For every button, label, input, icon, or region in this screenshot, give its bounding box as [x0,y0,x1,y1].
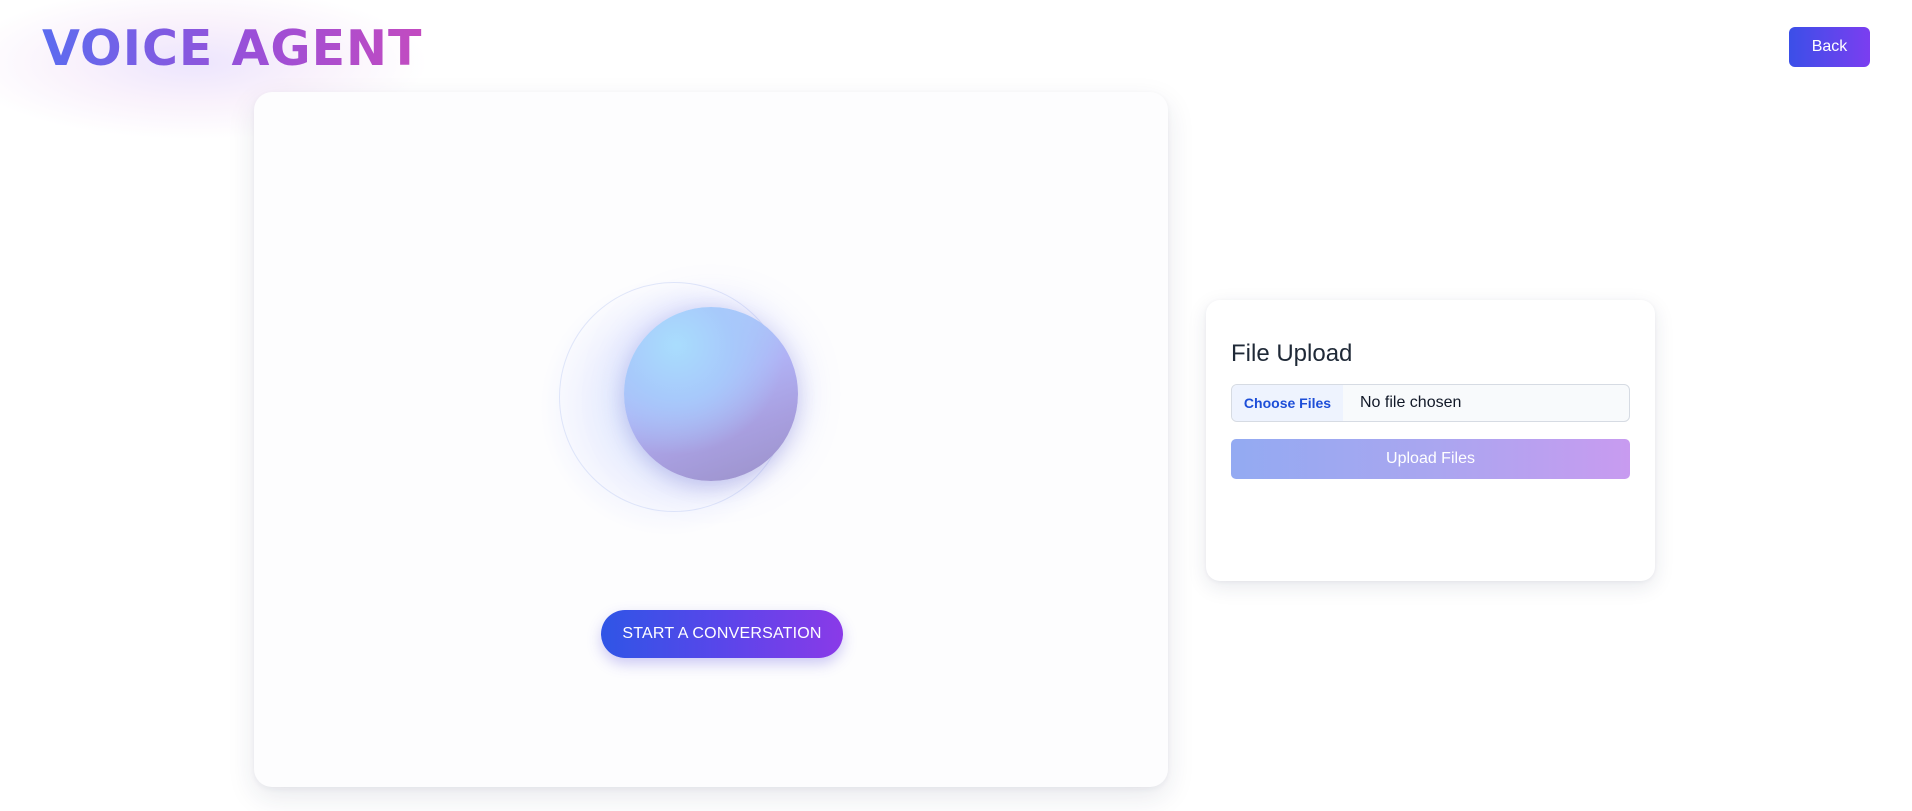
file-input[interactable]: Choose Files No file chosen [1231,384,1630,422]
voice-panel: START A CONVERSATION [254,92,1168,787]
voice-agent-page: VOICE AGENT Back START A CONVERSATION Fi… [0,0,1912,811]
back-button[interactable]: Back [1789,27,1870,67]
app-title: VOICE AGENT [42,20,423,77]
start-conversation-button[interactable]: START A CONVERSATION [601,610,843,658]
voice-orb [624,307,798,481]
choose-files-button[interactable]: Choose Files [1232,385,1343,421]
file-status-text: No file chosen [1360,394,1462,411]
file-upload-panel: File Upload Choose Files No file chosen … [1206,300,1655,581]
upload-files-button[interactable]: Upload Files [1231,439,1630,479]
upload-panel-title: File Upload [1231,340,1353,367]
